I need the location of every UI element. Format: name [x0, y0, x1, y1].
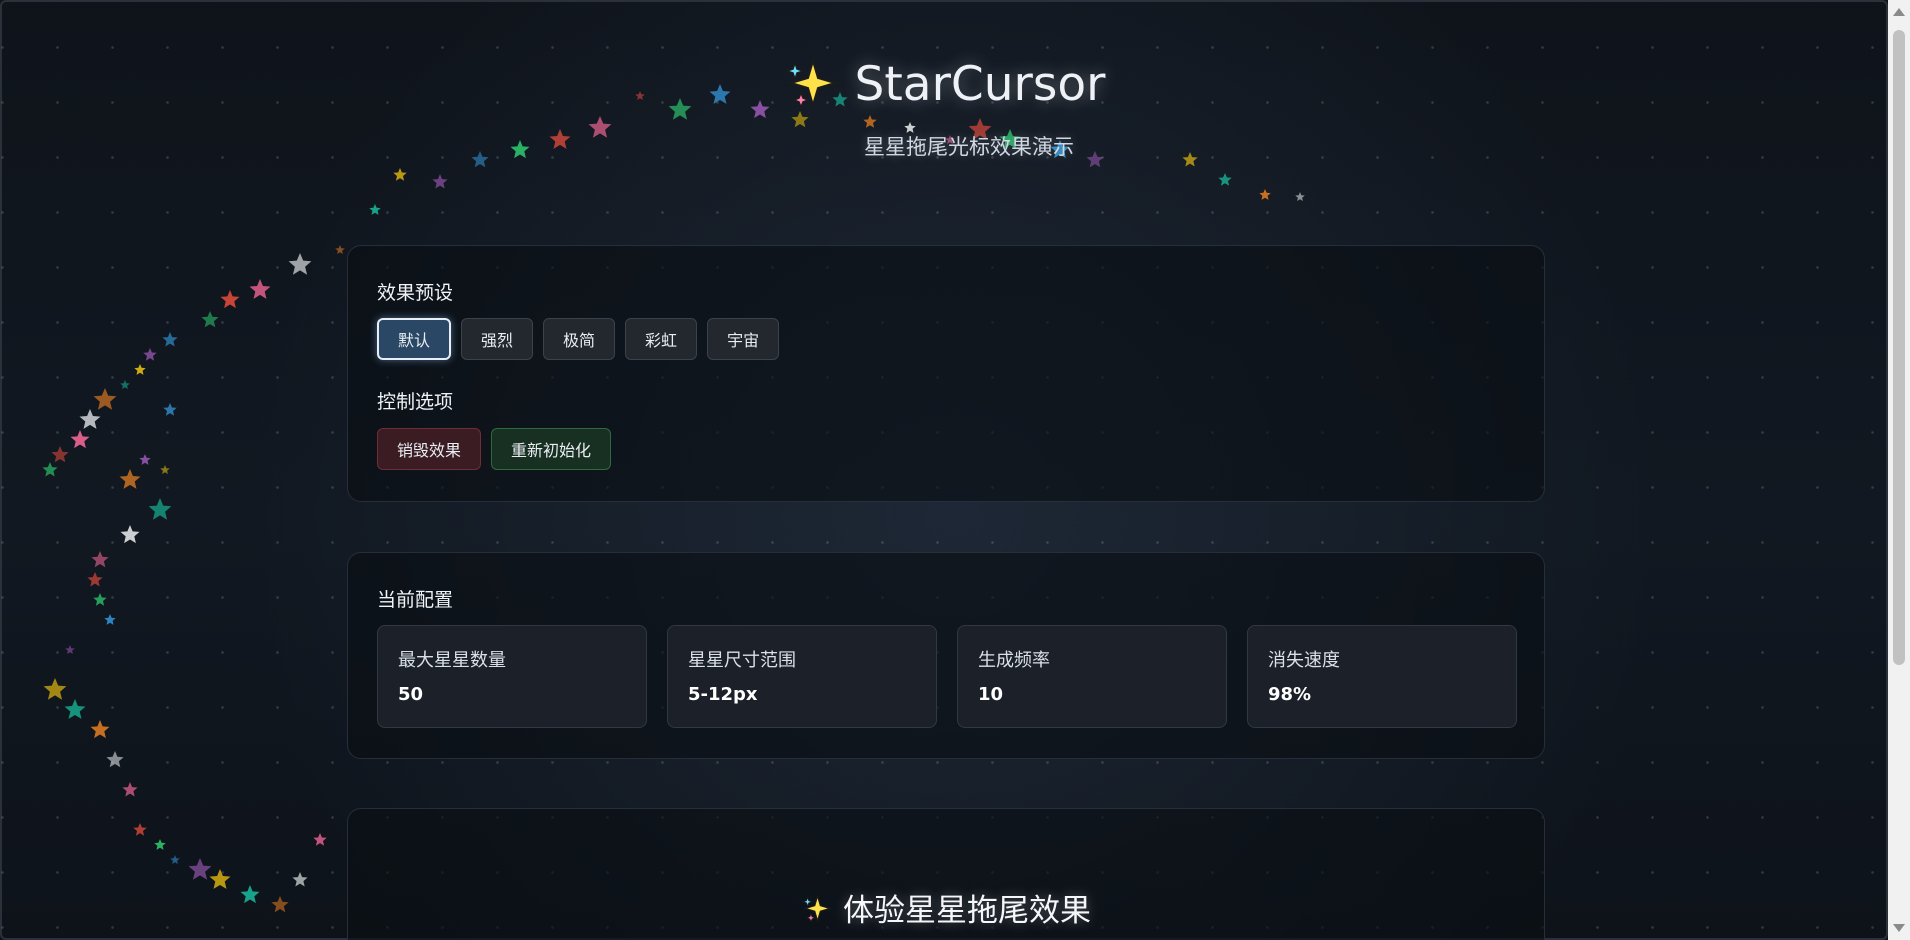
- stat-fade-speed: 消失速度 98%: [1247, 625, 1517, 728]
- page-title: StarCursor: [783, 55, 1106, 113]
- controls-card: 效果预设 默认 强烈 极简 彩虹 宇宙 控制选项 销毁效果 重新初始化: [347, 245, 1545, 502]
- config-card: 当前配置 最大星星数量 50 星星尺寸范围 5-12px 生成频率 10 消失速…: [347, 552, 1545, 759]
- preset-buttons: 默认 强烈 极简 彩虹 宇宙: [377, 318, 780, 360]
- scroll-up-arrow-icon[interactable]: [1893, 8, 1905, 16]
- preset-button-intense[interactable]: 强烈: [461, 318, 534, 360]
- stat-label: 星星尺寸范围: [688, 650, 796, 671]
- stat-label: 最大星星数量: [398, 650, 506, 671]
- vertical-scrollbar[interactable]: [1888, 0, 1910, 940]
- control-buttons: 销毁效果 重新初始化: [377, 428, 612, 470]
- demo-title-text: 体验星星拖尾效果: [843, 893, 1091, 929]
- page-subtitle: 星星拖尾光标效果演示: [864, 135, 1074, 159]
- page-header: StarCursor 星星拖尾光标效果演示: [0, 55, 1888, 161]
- destroy-effect-button[interactable]: 销毁效果: [377, 428, 482, 470]
- sparkles-icon: [801, 894, 832, 923]
- preset-button-default[interactable]: 默认: [377, 318, 452, 360]
- reinitialize-button[interactable]: 重新初始化: [491, 428, 612, 470]
- demo-heading: 体验星星拖尾效果: [348, 885, 1544, 930]
- app-name: StarCursor: [854, 56, 1106, 112]
- stat-label: 消失速度: [1268, 650, 1340, 671]
- preset-button-rainbow[interactable]: 彩虹: [625, 318, 698, 360]
- scroll-down-arrow-icon[interactable]: [1893, 924, 1905, 932]
- demo-card[interactable]: 体验星星拖尾效果: [347, 808, 1545, 940]
- stat-label: 生成频率: [978, 650, 1050, 671]
- presets-heading: 效果预设: [377, 282, 454, 304]
- controls-heading: 控制选项: [377, 391, 454, 413]
- scroll-thumb[interactable]: [1893, 30, 1905, 665]
- preset-button-cosmic[interactable]: 宇宙: [707, 318, 780, 360]
- stat-max-stars: 最大星星数量 50: [377, 625, 647, 728]
- config-heading: 当前配置: [377, 589, 454, 611]
- stat-value: 98%: [1268, 684, 1312, 705]
- stat-value: 10: [978, 684, 1004, 705]
- stat-value: 5-12px: [688, 684, 758, 705]
- config-stats: 最大星星数量 50 星星尺寸范围 5-12px 生成频率 10 消失速度 98%: [377, 625, 1517, 728]
- stat-spawn-rate: 生成频率 10: [957, 625, 1227, 728]
- stat-star-size: 星星尺寸范围 5-12px: [667, 625, 937, 728]
- preset-button-minimal[interactable]: 极简: [543, 318, 616, 360]
- stat-value: 50: [398, 684, 424, 705]
- sparkles-icon: [784, 57, 839, 110]
